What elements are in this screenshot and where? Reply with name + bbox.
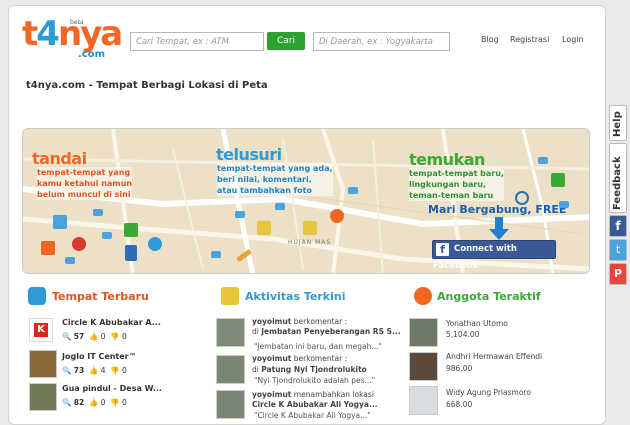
member-avatar[interactable] [409, 386, 438, 415]
place-stats: 🔍 82 👍 0 👎 0 [62, 398, 127, 407]
member-name-link[interactable]: Yonathan Utomo [446, 319, 508, 328]
pin-marker-icon [72, 237, 86, 251]
compass-marker-icon [148, 237, 162, 251]
facebook-icon: f [436, 243, 449, 256]
place-link[interactable]: Jembatan Penyeberangan RS S... [261, 327, 400, 336]
nav-register-link[interactable]: Registrasi [510, 35, 549, 44]
speech-bubble-icon [28, 287, 46, 305]
member-name-link[interactable]: Andhri Hermawan Effendi [446, 352, 542, 361]
activity-quote: "Circle K Abubakar Ali Yogya..." [254, 411, 371, 420]
promo-banner: tandai tempat-tempat yang kamu ketahui na… [22, 128, 590, 274]
user-link[interactable]: yoyoimut [252, 317, 291, 326]
camera-marker-icon [41, 241, 55, 255]
member-avatar[interactable] [409, 352, 438, 381]
user-link[interactable]: yoyoimut [252, 390, 291, 399]
search-marker-icon [515, 191, 529, 205]
activity-icon [221, 287, 239, 305]
member-avatar[interactable] [409, 318, 438, 347]
banner-telusuri-title: telusuri [216, 145, 282, 164]
nav-login-link[interactable]: Login [562, 35, 584, 44]
map-street-label: HUJAN MAS [288, 239, 332, 246]
nav-blog-link[interactable]: Blog [481, 35, 499, 44]
plurk-share-icon[interactable]: P [609, 263, 627, 285]
thumbs-up-marker-icon [303, 221, 317, 235]
comment-marker-icon [257, 221, 271, 235]
member-points: 668.00 [446, 400, 473, 409]
search-area-input[interactable]: Di Daerah, ex : Yogyakarta [313, 32, 450, 51]
member-name-link[interactable]: Widy Agung Priasmoro [446, 388, 531, 397]
activity-line: yoyoimut menambahkan lokasi [252, 390, 374, 399]
section-title-tempat: Tempat Terbaru [52, 290, 149, 303]
activity-line: yoyoimut berkomentar : [252, 317, 348, 326]
wifi-marker-icon [53, 215, 67, 229]
place-thumb[interactable] [29, 350, 57, 378]
activity-quote: "Jembatan ini baru, dan megah..." [254, 342, 383, 351]
arrow-down-icon [489, 217, 509, 240]
member-points: 5,104.00 [446, 330, 480, 339]
place-stats: 🔍 73 👍 4 👎 0 [62, 366, 127, 375]
banner-temukan-text: tempat-tempat baru, lingkungan baru, teman… [409, 168, 504, 201]
join-free-text: Mari Bergabung, FREE [428, 203, 567, 216]
member-points: 986.00 [446, 364, 473, 373]
chat-marker-icon [275, 203, 285, 210]
chat-marker-icon [102, 232, 112, 239]
section-title-aktivitas: Aktivitas Terkini [245, 290, 346, 303]
facebook-share-icon[interactable]: f [609, 215, 627, 237]
chat-marker-icon [348, 187, 358, 194]
twitter-share-icon[interactable]: t [609, 239, 627, 261]
search-button[interactable]: Cari [267, 32, 305, 50]
page-container: t4nya .com beta Cari Tempat, ex : ATM Ca… [8, 5, 606, 425]
chat-marker-icon [559, 201, 569, 208]
place-name-link[interactable]: Joglo IT Center™ [62, 352, 137, 361]
search-place-input[interactable]: Cari Tempat, ex : ATM [130, 32, 264, 51]
place-thumb[interactable]: K [29, 318, 53, 342]
place-name-link[interactable]: Circle K Abubakar A... [62, 318, 161, 327]
members-icon [414, 287, 432, 305]
chat-marker-icon [65, 257, 75, 264]
group-marker-icon [551, 173, 565, 187]
help-tab[interactable]: Help [609, 105, 627, 141]
banner-tandai-text: tempat-tempat yang kamu ketahui namun belu… [37, 167, 133, 200]
user-avatar[interactable] [216, 318, 245, 347]
activity-quote: "Nyi Tjondrolukito adalah pes..." [254, 376, 376, 385]
user-link[interactable]: yoyoimut [252, 354, 291, 363]
feedback-tab[interactable]: Feedback [609, 143, 627, 213]
place-link[interactable]: Patung Nyi Tjondrolukito [261, 365, 367, 374]
chat-marker-icon [211, 251, 221, 258]
chat-marker-icon [93, 209, 103, 216]
heart-marker-icon [330, 209, 344, 223]
activity-place: Circle K Abubakar Ali Yogya... [252, 400, 378, 409]
site-logo[interactable]: t4nya .com beta [22, 16, 123, 60]
place-link[interactable]: Circle K Abubakar Ali Yogya... [252, 400, 378, 409]
banner-temukan-title: temukan [409, 150, 485, 169]
page-tagline: t4nya.com - Tempat Berbagi Lokasi di Pet… [26, 80, 268, 91]
section-title-anggota: Anggota Teraktif [437, 290, 541, 303]
ok-marker-icon [124, 223, 138, 237]
chat-marker-icon [538, 157, 548, 164]
activity-line: yoyoimut berkomentar : [252, 354, 348, 363]
side-feedback-bar: Help Feedback f t P [607, 105, 629, 385]
phone-marker-icon [125, 245, 137, 261]
place-stats: 🔍 57 👍 0 👎 0 [62, 332, 127, 341]
chat-marker-icon [235, 211, 245, 218]
place-name-link[interactable]: Gua pindul - Desa W... [62, 384, 162, 393]
connect-facebook-button[interactable]: f Connect with Facebook [432, 240, 556, 271]
activity-place: di Jembatan Penyeberangan RS S... [252, 327, 401, 336]
banner-telusuri-text: tempat-tempat yang ada, beri nilai, komen… [217, 163, 333, 196]
activity-place: di Patung Nyi Tjondrolukito [252, 365, 367, 374]
banner-tandai-title: tandai [32, 149, 87, 168]
user-avatar[interactable] [216, 355, 245, 384]
place-thumb[interactable] [29, 383, 57, 411]
